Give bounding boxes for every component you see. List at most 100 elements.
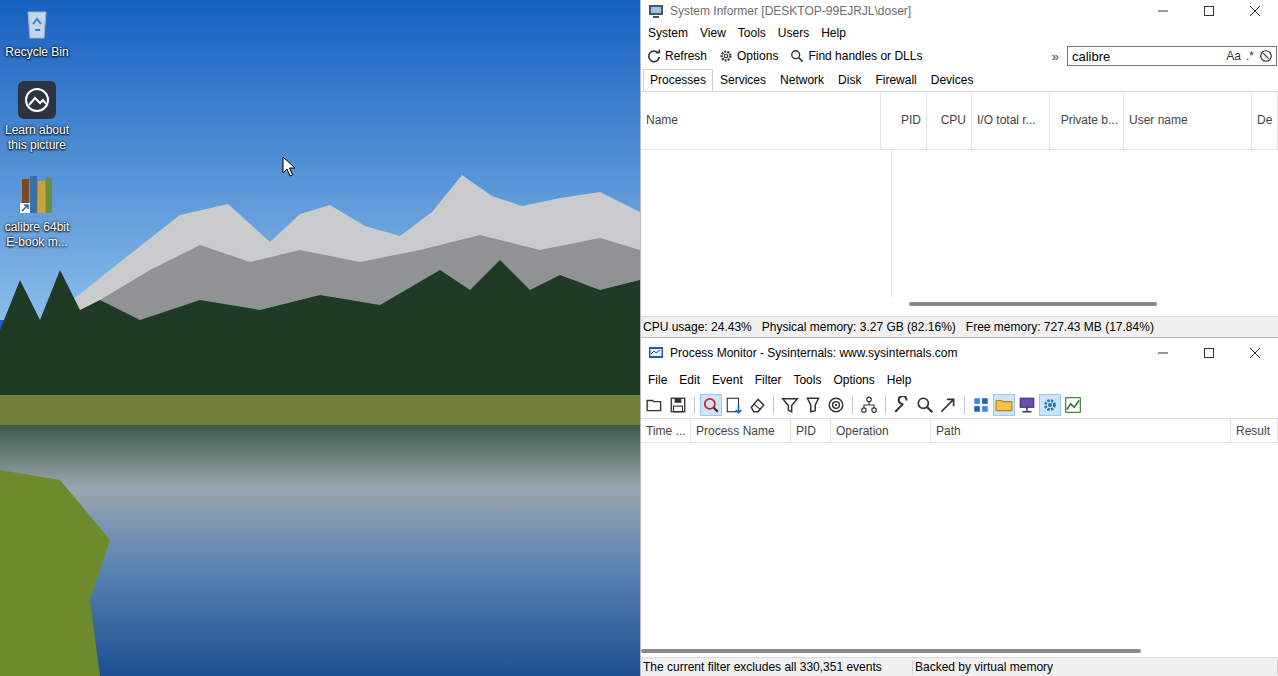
menu-item[interactable]: Options <box>827 373 880 387</box>
search-field[interactable]: calibre Aa .* <box>1067 46 1277 66</box>
tab[interactable]: Disk <box>831 69 868 91</box>
menu-item[interactable]: Tools <box>732 26 772 40</box>
column-header[interactable]: Operation <box>831 419 931 442</box>
column-header[interactable]: De <box>1252 92 1278 149</box>
target-icon <box>827 396 845 414</box>
tab[interactable]: Devices <box>924 69 981 91</box>
column-header[interactable]: Private b... <box>1050 92 1124 149</box>
desktop-icon[interactable]: calibre 64bit E-book m... <box>0 173 74 250</box>
menu-item[interactable]: Help <box>815 26 852 40</box>
wallpaper <box>0 0 640 676</box>
column-header[interactable]: Process Name <box>691 419 791 442</box>
desktop-icon-label: Recycle Bin <box>1 45 73 60</box>
horizontal-scrollbar[interactable] <box>641 298 1278 310</box>
maximize-icon[interactable] <box>1186 0 1232 22</box>
properties-icon <box>893 396 911 414</box>
column-header[interactable]: Result <box>1231 419 1278 442</box>
toolbar-button[interactable] <box>1062 394 1084 416</box>
scrollbar-thumb[interactable] <box>909 302 1157 306</box>
toolbar-separator <box>885 396 886 414</box>
desktop-icon-label: Learn about this picture <box>1 123 73 153</box>
minimize-icon[interactable] <box>1140 342 1186 364</box>
horizontal-scrollbar[interactable] <box>641 645 1278 657</box>
menu-bar: SystemViewToolsUsersHelp <box>641 22 1278 44</box>
tab[interactable]: Processes <box>643 69 713 91</box>
toolbar-button[interactable] <box>802 394 824 416</box>
tab[interactable]: Firewall <box>868 69 923 91</box>
maximize-icon[interactable] <box>1186 342 1232 364</box>
toolbar-button[interactable] <box>993 394 1015 416</box>
open-icon <box>646 396 664 414</box>
toolbar <box>641 392 1278 419</box>
close-icon[interactable] <box>1232 0 1278 22</box>
toolbar-button[interactable] <box>1039 394 1061 416</box>
column-header[interactable]: I/O total r... <box>972 92 1050 149</box>
column-header[interactable]: Time ... <box>641 419 691 442</box>
menu-item[interactable]: Help <box>881 373 918 387</box>
clear-icon <box>748 396 766 414</box>
search-value: calibre <box>1072 49 1221 64</box>
calibre-books-icon <box>17 173 57 217</box>
column-header[interactable]: Name <box>641 92 881 149</box>
menu-item[interactable]: Event <box>706 373 749 387</box>
column-header[interactable]: PID <box>791 419 831 442</box>
desktop-icon[interactable]: Learn about this picture <box>0 80 74 153</box>
menu-item[interactable]: File <box>642 373 673 387</box>
toolbar-button[interactable] <box>825 394 847 416</box>
toolbar-button[interactable]: Options <box>717 49 780 63</box>
toolbar-button[interactable] <box>667 394 689 416</box>
toolbar-button[interactable] <box>1016 394 1038 416</box>
highlight-icon <box>804 396 822 414</box>
toolbar-button[interactable] <box>723 394 745 416</box>
menu-item[interactable]: System <box>642 26 694 40</box>
toolbar-overflow[interactable]: » <box>1052 49 1059 64</box>
table-body <box>641 150 1278 316</box>
desktop-icon[interactable]: Recycle Bin <box>0 2 74 60</box>
network-icon <box>1018 396 1036 414</box>
menu-item[interactable]: Tools <box>787 373 827 387</box>
menu-item[interactable]: View <box>694 26 732 40</box>
tab[interactable]: Services <box>713 69 773 91</box>
toolbar-button[interactable] <box>970 394 992 416</box>
toolbar-button[interactable] <box>644 394 666 416</box>
column-header[interactable]: User name <box>1124 92 1252 149</box>
toolbar: Refresh Options Find handles or DLLs » c… <box>641 44 1278 68</box>
table-header: Time ...Process NamePIDOperationPathResu… <box>641 419 1278 443</box>
status-item: Free memory: 727.43 MB (17.84%) <box>966 320 1154 334</box>
toolbar-button[interactable] <box>746 394 768 416</box>
regex-toggle[interactable]: .* <box>1246 49 1254 63</box>
status-item: CPU usage: 24.43% <box>643 320 752 334</box>
name-pane <box>641 150 892 298</box>
clear-search-icon[interactable] <box>1259 49 1273 63</box>
menu-item[interactable]: Filter <box>749 373 788 387</box>
toolbar-button[interactable] <box>700 394 722 416</box>
toolbar-button[interactable] <box>891 394 913 416</box>
tab[interactable]: Network <box>773 69 831 91</box>
recycle-bin-icon <box>17 2 57 42</box>
toolbar-button[interactable]: Find handles or DLLs <box>788 49 924 63</box>
window-title: System Informer [DESKTOP-99EJRJL\doser] <box>670 4 1134 18</box>
column-header[interactable]: CPU <box>927 92 972 149</box>
menu-bar: FileEditEventFilterToolsOptionsHelp <box>641 368 1278 392</box>
case-toggle[interactable]: Aa <box>1226 49 1241 63</box>
column-header[interactable]: PID <box>881 92 927 149</box>
toolbar-button[interactable] <box>914 394 936 416</box>
toolbar-button[interactable] <box>858 394 880 416</box>
event-list <box>641 443 1278 645</box>
capture-icon <box>702 396 720 414</box>
toolbar-button[interactable] <box>937 394 959 416</box>
close-icon[interactable] <box>1232 342 1278 364</box>
system-informer-window: System Informer [DESKTOP-99EJRJL\doser] … <box>640 0 1278 337</box>
registry-icon <box>972 396 990 414</box>
toolbar-button[interactable]: Refresh <box>645 49 709 63</box>
save-icon <box>669 396 687 414</box>
toolbar-button[interactable] <box>779 394 801 416</box>
minimize-icon[interactable] <box>1140 0 1186 22</box>
scrollbar-thumb[interactable] <box>641 649 1141 653</box>
column-header[interactable]: Path <box>931 419 1231 442</box>
learn-picture-icon <box>17 80 57 120</box>
toolbar-separator <box>773 396 774 414</box>
menu-item[interactable]: Users <box>772 26 815 40</box>
table-header: NamePIDCPUI/O total r...Private b...User… <box>641 92 1278 150</box>
menu-item[interactable]: Edit <box>673 373 706 387</box>
